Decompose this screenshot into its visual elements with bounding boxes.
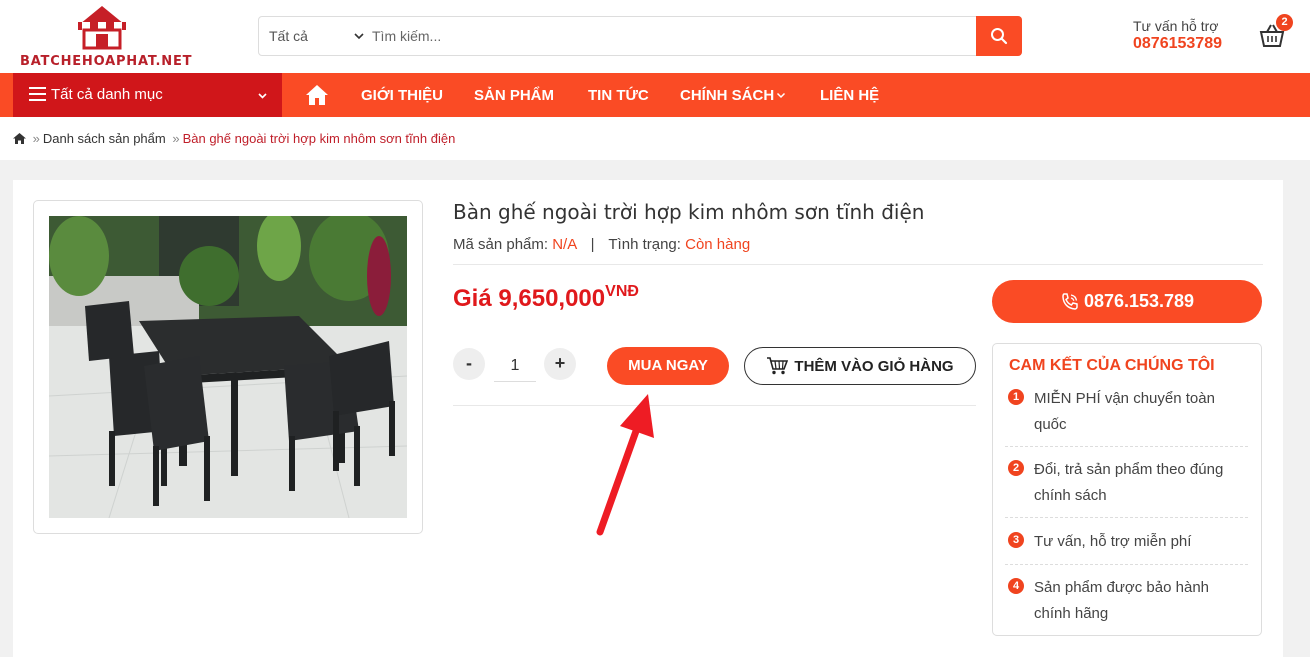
cart-icon bbox=[767, 357, 789, 375]
commitment-text: MIỄN PHÍ vận chuyển toàn quốc bbox=[1034, 390, 1215, 433]
item-number-badge: 2 bbox=[1008, 460, 1024, 476]
meta-separator: | bbox=[590, 236, 595, 253]
home-icon[interactable] bbox=[305, 84, 329, 106]
price-label: Giá bbox=[453, 285, 492, 312]
item-number-badge: 3 bbox=[1008, 532, 1024, 548]
add-to-cart-button[interactable]: THÊM VÀO GIỎ HÀNG bbox=[744, 347, 976, 385]
search-input[interactable] bbox=[372, 21, 972, 51]
commitment-item: 4 Sản phẩm được bảo hành chính hãng bbox=[1005, 575, 1248, 630]
sku-label: Mã sản phẩm: bbox=[453, 236, 549, 253]
shop-awning-icon bbox=[78, 6, 126, 50]
qty-increase-button[interactable]: + bbox=[544, 348, 576, 380]
category-menu-label: Tất cả danh mục bbox=[51, 86, 163, 103]
main-nav: Tất cả danh mục GIỚI THIỆU SẢN PHẨM TIN … bbox=[0, 73, 1310, 117]
price-currency: VNĐ bbox=[605, 283, 639, 300]
product-title: Bàn ghế ngoài trời hợp kim nhôm sơn tĩnh… bbox=[453, 200, 925, 224]
nav-item-san-pham[interactable]: SẢN PHẨM bbox=[474, 87, 554, 104]
qty-decrease-button[interactable]: - bbox=[453, 348, 485, 380]
search-button[interactable] bbox=[976, 16, 1022, 56]
annotation-arrow-icon bbox=[596, 394, 654, 536]
phone-ringing-icon bbox=[1062, 292, 1078, 310]
item-number-badge: 1 bbox=[1008, 389, 1024, 405]
outdoor-furniture-photo bbox=[49, 216, 407, 518]
breadcrumb-separator: » bbox=[172, 131, 180, 146]
price-value: 9,650,000 bbox=[498, 285, 606, 312]
category-menu-button[interactable]: Tất cả danh mục bbox=[13, 73, 282, 117]
search-bar: Tất cả bbox=[258, 16, 1022, 56]
nav-item-tin-tuc[interactable]: TIN TỨC bbox=[588, 87, 649, 104]
nav-item-chinh-sach[interactable]: CHÍNH SÁCH bbox=[680, 87, 774, 104]
divider bbox=[453, 264, 1263, 265]
divider bbox=[453, 405, 976, 406]
nav-item-lien-he[interactable]: LIÊN HỆ bbox=[820, 87, 879, 104]
header: BATCHEHOAPHAT.NET Tất cả Tư vấn hỗ trợ 0… bbox=[0, 0, 1310, 73]
phone-number: 0876.153.789 bbox=[1083, 291, 1195, 311]
hotline-label: Tư vấn hỗ trợ bbox=[1133, 18, 1219, 34]
commitment-box: CAM KẾT CỦA CHÚNG TÔI 1 MIỄN PHÍ vận chu… bbox=[992, 343, 1262, 636]
breadcrumb: » Danh sách sản phẩm » Bàn ghế ngoài trời … bbox=[13, 131, 455, 146]
commitment-text: Sản phẩm được bảo hành chính hãng bbox=[1034, 579, 1209, 622]
logo[interactable]: BATCHEHOAPHAT.NET bbox=[20, 4, 193, 70]
nav-item-gioi-thieu[interactable]: GIỚI THIỆU bbox=[361, 87, 443, 104]
commitment-text: Tư vấn, hỗ trợ miễn phí bbox=[1034, 533, 1192, 550]
product-meta: Mã sản phẩm: N/A | Tình trạng: Còn hàng bbox=[453, 236, 750, 253]
item-number-badge: 4 bbox=[1008, 578, 1024, 594]
product-price: Giá 9,650,000VNĐ bbox=[453, 283, 639, 313]
cart-count-badge: 2 bbox=[1276, 14, 1293, 31]
chevron-down-icon[interactable] bbox=[353, 30, 365, 42]
commitment-item: 2 Đổi, trả sản phẩm theo đúng chính sách bbox=[1005, 457, 1248, 518]
quantity-input[interactable] bbox=[494, 350, 536, 382]
product-image[interactable] bbox=[49, 216, 407, 518]
breadcrumb-link-list[interactable]: Danh sách sản phẩm bbox=[43, 131, 166, 146]
product-image-frame bbox=[33, 200, 423, 534]
breadcrumb-separator: » bbox=[32, 131, 40, 146]
search-icon bbox=[991, 28, 1008, 45]
search-category-select[interactable]: Tất cả bbox=[269, 28, 308, 44]
home-icon[interactable] bbox=[13, 133, 26, 144]
chevron-down-icon[interactable] bbox=[776, 90, 786, 100]
commitment-title: CAM KẾT CỦA CHÚNG TÔI bbox=[1009, 357, 1215, 374]
status-label: Tình trạng: bbox=[608, 236, 681, 253]
commitment-text: Đổi, trả sản phẩm theo đúng chính sách bbox=[1034, 461, 1224, 504]
chevron-down-icon bbox=[258, 93, 267, 99]
commitment-item: 1 MIỄN PHÍ vận chuyển toàn quốc bbox=[1005, 386, 1248, 447]
commitment-item: 3 Tư vấn, hỗ trợ miễn phí bbox=[1005, 529, 1248, 565]
hamburger-icon bbox=[29, 87, 46, 101]
logo-text: BATCHEHOAPHAT.NET bbox=[20, 54, 193, 69]
status-value: Còn hàng bbox=[685, 236, 751, 253]
sku-value: N/A bbox=[552, 236, 577, 253]
hotline[interactable]: Tư vấn hỗ trợ 0876153789 bbox=[1133, 18, 1222, 53]
call-phone-button[interactable]: 0876.153.789 bbox=[992, 280, 1262, 323]
add-to-cart-label: THÊM VÀO GIỎ HÀNG bbox=[794, 357, 954, 375]
breadcrumb-current[interactable]: Bàn ghế ngoài trời hợp kim nhôm sơn tĩnh… bbox=[183, 131, 456, 146]
hotline-number[interactable]: 0876153789 bbox=[1133, 35, 1222, 53]
buy-now-button[interactable]: MUA NGAY bbox=[607, 347, 729, 385]
breadcrumb-bar: » Danh sách sản phẩm » Bàn ghế ngoài trời … bbox=[0, 117, 1310, 160]
